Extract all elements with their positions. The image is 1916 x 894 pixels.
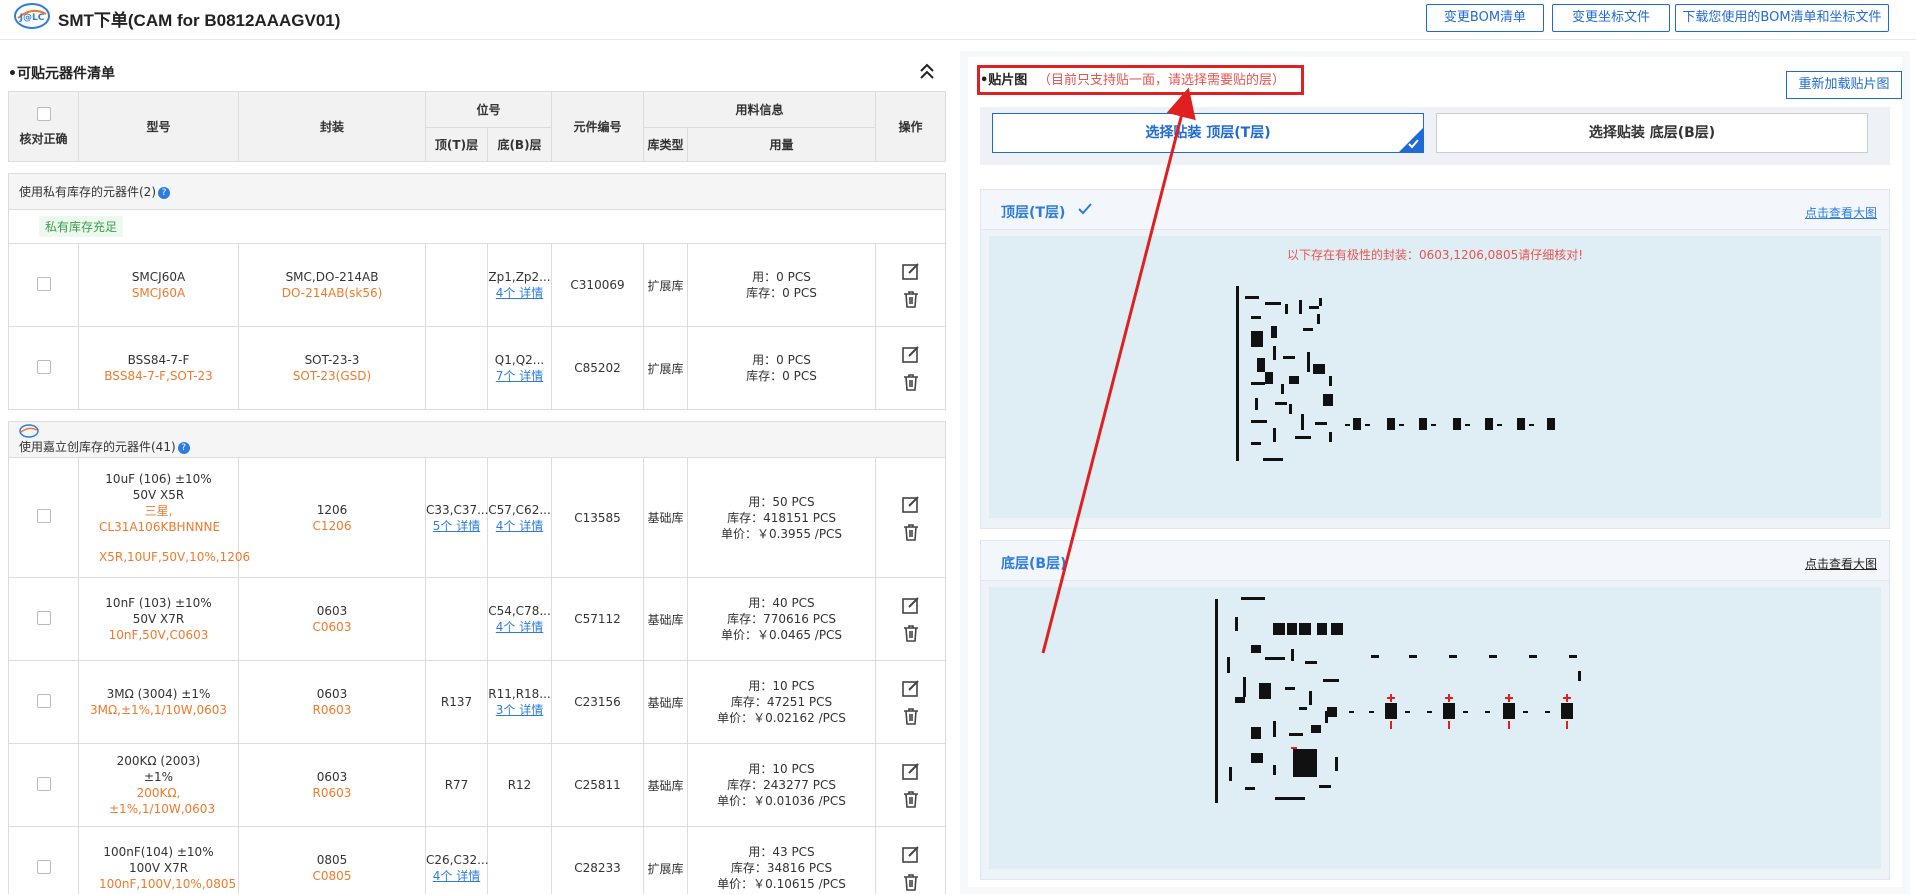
row-checkbox[interactable] [36, 610, 51, 625]
table-row: 3MΩ (3004) ±1% 3MΩ,±1%,1/10W,0603 0603 R06… [8, 660, 947, 744]
reload-placement-button[interactable]: 重新加载贴片图 [1786, 71, 1902, 99]
annotation-arrow [1041, 87, 1196, 654]
selected-check-icon [1399, 128, 1423, 152]
delete-icon[interactable] [901, 623, 921, 643]
delete-icon[interactable] [901, 289, 921, 309]
bottom-view-large-link[interactable]: 点击查看大图 [1805, 555, 1877, 572]
edit-icon[interactable] [901, 595, 921, 615]
header-model: 型号 [78, 91, 239, 162]
table-row: 10nF (103) ±10% 50V X7R 10nF,50V,C0603 06… [8, 577, 947, 661]
delete-icon[interactable] [901, 522, 921, 542]
collapse-up-icon[interactable] [916, 61, 938, 83]
detail-link[interactable]: 7个 详情 [488, 368, 551, 384]
group-jlc-label: 使用嘉立创库存的元器件(41) [19, 440, 176, 454]
detail-link[interactable]: 4个 详情 [488, 285, 551, 301]
row-checkbox[interactable] [36, 776, 51, 791]
edit-icon[interactable] [901, 761, 921, 781]
jlc-logo: J@LC [14, 2, 50, 30]
table-row: BSS84-7-F BSS84-7-F,SOT-23 SOT-23-3 SOT-23… [8, 326, 947, 410]
delete-icon[interactable] [901, 872, 921, 892]
delete-icon[interactable] [901, 372, 921, 392]
select-all-checkbox[interactable] [36, 106, 51, 121]
change-coordinate-button[interactable]: 变更坐标文件 [1552, 4, 1670, 32]
header-package: 封装 [238, 91, 426, 162]
row-checkbox[interactable] [36, 276, 51, 291]
table-row: 10uF (106) ±10% 50V X5R 三星, CL31A106KBHNN… [8, 457, 947, 578]
delete-icon[interactable] [901, 706, 921, 726]
app-title: SMT下单(CAM for B0812AAAGV01) [58, 11, 341, 30]
download-files-button[interactable]: 下载您使用的BOM清单和坐标文件 [1675, 4, 1889, 32]
stock-sufficient-tag: 私有库存充足 [39, 216, 124, 237]
header-top-layer: 顶(T)层 [425, 127, 488, 162]
top-view-large-link[interactable]: 点击查看大图 [1805, 204, 1877, 221]
bom-table: 核对正确 型号 封装 位号 元件编号 用料信息 操作 顶(T)层 底(B)层 库… [7, 91, 947, 894]
detail-link[interactable]: 4个 详情 [488, 619, 551, 635]
header-bottom-layer: 底(B)层 [486, 127, 553, 162]
delete-icon[interactable] [901, 789, 921, 809]
edit-icon[interactable] [901, 344, 921, 364]
header-part-no: 元件编号 [551, 91, 645, 162]
header-check: 核对正确 [8, 91, 79, 162]
group-private-tag-row: 私有库存充足 [7, 209, 947, 244]
group-private-row: 使用私有库存的元器件(2)? [7, 173, 947, 210]
row-checkbox[interactable] [36, 509, 51, 523]
header-lib-type: 库类型 [643, 127, 689, 162]
header-ops: 操作 [875, 91, 947, 162]
svg-text:J@LC: J@LC [19, 13, 45, 23]
edit-icon[interactable] [901, 844, 921, 864]
detail-link[interactable]: 4个 详情 [488, 518, 551, 534]
detail-link[interactable]: 3个 详情 [488, 702, 551, 718]
change-bom-button[interactable]: 变更BOM清单 [1426, 4, 1544, 32]
table-row: SMCJ60A SMCJ60A SMC,DO-214AB DO-214AB(sk56… [8, 243, 947, 327]
group-jlc-row: 使用嘉立创库存的元器件(41)? [7, 421, 947, 458]
help-icon[interactable]: ? [177, 441, 190, 454]
select-bottom-layer-button[interactable]: 选择贴装 底层(B层) [1436, 113, 1868, 153]
row-checkbox[interactable] [36, 359, 51, 374]
help-icon[interactable]: ? [158, 186, 170, 199]
header-material: 用料信息 [643, 91, 877, 128]
top-bar: J@LC SMT下单(CAM for B0812AAAGV01) 变更BOM清单… [0, 0, 1916, 40]
group-private-label: 使用私有库存的元器件(2) [19, 185, 156, 199]
component-list-panel: •可贴元器件清单 核对正确 型号 封装 位号 元件编号 用料信息 操作 顶(T)… [0, 41, 950, 894]
table-row: 100nF(104) ±10% 100V X7R 100nF,100V,10%,0… [8, 826, 947, 894]
edit-icon[interactable] [901, 494, 921, 514]
jlc-small-logo [19, 424, 39, 438]
row-checkbox[interactable] [36, 859, 51, 874]
header-usage: 用量 [687, 127, 877, 162]
header-position: 位号 [424, 91, 553, 128]
detail-link[interactable]: 4个 详情 [426, 868, 487, 884]
edit-icon[interactable] [901, 678, 921, 698]
table-row: 200KΩ (2003) ±1% 200KΩ, ±1%,1/10W,0603 06… [8, 743, 947, 827]
section-title: •可贴元器件清单 [8, 66, 115, 82]
row-checkbox[interactable] [36, 693, 51, 708]
detail-link[interactable]: 5个 详情 [426, 518, 487, 534]
edit-icon[interactable] [901, 261, 921, 281]
